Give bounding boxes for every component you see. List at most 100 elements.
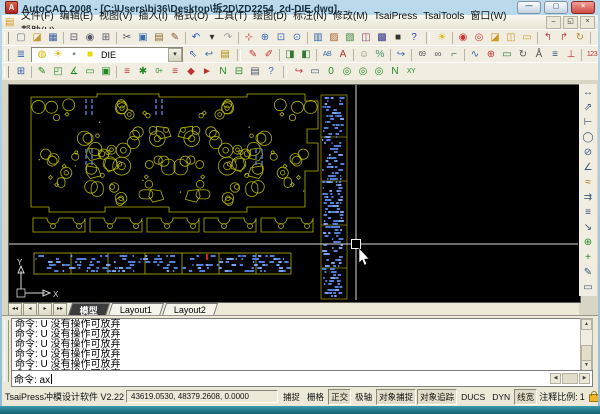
- toolbar-grip[interactable]: [4, 49, 9, 61]
- dim-diameter-button[interactable]: ⊘: [581, 146, 596, 160]
- annotation-lock-icon[interactable]: [589, 394, 598, 402]
- close-button[interactable]: ×: [571, 1, 595, 14]
- t3-print-button[interactable]: ▤: [248, 65, 263, 79]
- dim-baseline-button[interactable]: ⇉: [581, 191, 596, 205]
- toggle-grid[interactable]: 栅格: [304, 389, 327, 405]
- coordinate-readout[interactable]: 43619.0530, 48379.2608, 0.0000: [126, 390, 278, 403]
- toggle-snap[interactable]: 捕捉: [280, 389, 303, 405]
- menu-编辑E[interactable]: 编辑(E): [57, 11, 96, 22]
- tsai-refresh-button[interactable]: ↻: [573, 31, 588, 45]
- layer-freeze-icon[interactable]: ☀: [51, 48, 66, 62]
- tsai-block-edit-button[interactable]: ▭: [520, 31, 535, 45]
- zoom-previous-button[interactable]: ⊙: [290, 31, 305, 45]
- toggle-lineweight[interactable]: 线宽: [514, 389, 537, 405]
- layer-lock-icon[interactable]: ▪: [67, 48, 82, 62]
- menu-视图V[interactable]: 视图(V): [96, 11, 135, 22]
- help-button[interactable]: ?: [407, 31, 422, 45]
- menu-格式O[interactable]: 格式(O): [171, 11, 211, 22]
- toggle-osnap[interactable]: 对象捕捉: [376, 389, 416, 405]
- layer-on-icon[interactable]: ◍: [35, 48, 50, 62]
- t3-diamond-button[interactable]: ◆: [184, 65, 199, 79]
- tsai-block-save-button[interactable]: ◪: [488, 31, 503, 45]
- t3r-new-button[interactable]: N: [388, 65, 403, 79]
- tag-move-button[interactable]: ◧: [299, 48, 314, 62]
- make-object-layer-current-button[interactable]: ⇖: [186, 48, 201, 62]
- scrollbar-thumb[interactable]: [581, 345, 592, 361]
- toolbar-grip[interactable]: [4, 32, 9, 44]
- layer-combo-arrow-icon[interactable]: ▾: [168, 48, 182, 62]
- menu-修改M[interactable]: 修改(M): [330, 11, 371, 22]
- markup-manager-button[interactable]: ▩: [375, 31, 390, 45]
- t3-disk-button[interactable]: ▣: [99, 65, 114, 79]
- t3-list-button[interactable]: ≡: [120, 65, 135, 79]
- percent-tool-button[interactable]: %: [373, 48, 388, 62]
- wand-tool-button[interactable]: ∿: [468, 48, 483, 62]
- edit-pen-2-button[interactable]: ✐: [262, 48, 277, 62]
- menu-TsaiTools[interactable]: TsaiTools: [420, 11, 467, 22]
- menu-TsaiPress[interactable]: TsaiPress: [371, 11, 420, 22]
- layer-properties-manager-button[interactable]: ≣: [14, 48, 29, 62]
- quickcalc-button[interactable]: ■: [391, 31, 406, 45]
- t3-gear-button[interactable]: ✱: [136, 65, 151, 79]
- target-tool-button[interactable]: ⊕: [484, 48, 499, 62]
- scroll-up-icon[interactable]: ▲: [581, 319, 592, 330]
- t3r-xy-button[interactable]: XY: [404, 65, 419, 79]
- copy-clip-button[interactable]: ▣: [136, 31, 151, 45]
- t3r-zero-button[interactable]: 0: [324, 65, 339, 79]
- tsai-move-b-button[interactable]: ↱: [557, 31, 572, 45]
- tsai-table-button[interactable]: ⊞: [14, 65, 29, 79]
- toggle-polar[interactable]: 极轴: [352, 389, 375, 405]
- dim-aligned-button[interactable]: ⇗: [581, 101, 596, 115]
- rotate-tool-button[interactable]: ↻: [516, 48, 531, 62]
- command-input[interactable]: 命令: ax ◀ ▶: [11, 370, 593, 387]
- t3-corner-button[interactable]: ◰: [51, 65, 66, 79]
- dim-angular-button[interactable]: ∠: [581, 161, 596, 175]
- paste-clip-button[interactable]: ▤: [152, 31, 167, 45]
- tsai-block-open-button[interactable]: ◫: [504, 31, 519, 45]
- t3r-circle1-button[interactable]: ◎: [340, 65, 355, 79]
- annotation-scale-value[interactable]: 1: [580, 392, 585, 402]
- tolerance-button[interactable]: ⊕: [581, 236, 596, 250]
- t3-pen-button[interactable]: ✎: [35, 65, 50, 79]
- center-mark-button[interactable]: +: [581, 251, 596, 265]
- new-file-button[interactable]: ▢: [14, 31, 29, 45]
- save-file-button[interactable]: ▦: [46, 31, 61, 45]
- scroll-right-icon[interactable]: ▶: [579, 373, 590, 384]
- scroll-left-icon[interactable]: ◀: [550, 373, 561, 384]
- t3-zero-button[interactable]: 0+: [152, 65, 167, 79]
- layer-states-button[interactable]: ▤: [218, 48, 233, 62]
- perp-tool-button[interactable]: ⊥: [564, 48, 579, 62]
- layer-combo[interactable]: ◍☀▪■ DIE ▾: [31, 47, 183, 63]
- t3-run-button[interactable]: ►: [200, 65, 215, 79]
- tag-copy-button[interactable]: ◨: [283, 48, 298, 62]
- plot-button[interactable]: ⊟: [67, 31, 82, 45]
- mdi-restore-button[interactable]: ◱: [563, 16, 578, 29]
- publish-button[interactable]: ⊞: [99, 31, 114, 45]
- dim-ordinate-button[interactable]: ⊢: [581, 116, 596, 130]
- lines-tool-button[interactable]: ≡: [548, 48, 563, 62]
- text-swap-button[interactable]: AB: [320, 48, 335, 62]
- drawing-canvas[interactable]: YX: [8, 84, 581, 303]
- maximize-button[interactable]: ▢: [544, 1, 568, 14]
- t3-grid-button[interactable]: ⊟: [232, 65, 247, 79]
- plot-preview-button[interactable]: ◉: [83, 31, 98, 45]
- quick-dimension-button[interactable]: ≈: [581, 176, 596, 190]
- text-rotate-button[interactable]: A: [336, 48, 351, 62]
- ucs-tool-button[interactable]: ⌐: [447, 48, 462, 62]
- t3r-circle2-button[interactable]: ◎: [356, 65, 371, 79]
- t3r-circle3-button[interactable]: ◎: [372, 65, 387, 79]
- sheetset-manager-button[interactable]: ◫: [359, 31, 374, 45]
- arrow-return-button[interactable]: ↪: [394, 48, 409, 62]
- menu-插入I[interactable]: 插入(I): [135, 11, 170, 22]
- t3-new-button[interactable]: N: [216, 65, 231, 79]
- dim-radius-button[interactable]: ◯: [581, 131, 596, 145]
- undo-button[interactable]: ↶: [189, 31, 204, 45]
- tsai-punch-b1-button[interactable]: ◎: [472, 31, 487, 45]
- properties-palette-button[interactable]: ▥: [311, 31, 326, 45]
- t3-stack-button[interactable]: ≡: [168, 65, 183, 79]
- zoom-realtime-button[interactable]: ⊕: [258, 31, 273, 45]
- layer-previous-button[interactable]: ↩: [202, 48, 217, 62]
- menu-标注N[interactable]: 标注(N): [290, 11, 330, 22]
- tool-palettes-button[interactable]: ▧: [343, 31, 358, 45]
- redo-button[interactable]: ↷: [221, 31, 236, 45]
